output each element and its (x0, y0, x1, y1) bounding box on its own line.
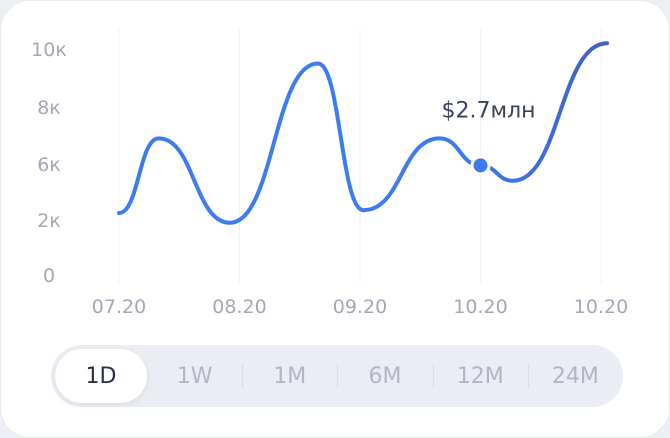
y-axis: 10к 8к 6к 2к 0 (31, 39, 67, 287)
highlight-layer: $2.7млн (441, 98, 536, 176)
chart-grid (118, 29, 602, 283)
x-tick-label: 07.20 (92, 296, 146, 318)
range-tab-1m[interactable]: 1M (242, 345, 337, 407)
y-tick-label: 0 (43, 265, 55, 287)
highlight-value-label: $2.7млн (441, 98, 535, 123)
highlight-point[interactable] (473, 158, 488, 173)
series-layer (117, 41, 610, 225)
range-tab-24m[interactable]: 24M (527, 345, 623, 407)
y-tick-label: 6к (37, 154, 61, 176)
line-chart: 10к 8к 6к 2к 0 07.20 08.20 09.20 10.20 10.20 $2.… (31, 29, 628, 318)
time-range-selector: 1D 1W 1M 6M 12M 24M (51, 345, 623, 407)
x-tick-label: 09.20 (333, 296, 387, 318)
range-tab-12m[interactable]: 12M (432, 345, 528, 407)
chart-card: 10к 8к 6к 2к 0 07.20 08.20 09.20 10.20 10.20 $2.… (0, 0, 670, 438)
range-tab-1w[interactable]: 1W (147, 345, 242, 407)
x-tick-label: 08.20 (212, 296, 266, 318)
range-tab-6m[interactable]: 6M (337, 345, 432, 407)
y-tick-label: 10к (31, 39, 67, 61)
y-tick-label: 2к (37, 210, 61, 232)
x-axis: 07.20 08.20 09.20 10.20 10.20 (92, 296, 628, 318)
x-tick-label: 10.20 (574, 296, 628, 318)
y-tick-label: 8к (37, 97, 61, 119)
x-tick-label: 10.20 (453, 296, 507, 318)
range-tab-1d[interactable]: 1D (55, 349, 147, 403)
series-line (117, 41, 610, 225)
